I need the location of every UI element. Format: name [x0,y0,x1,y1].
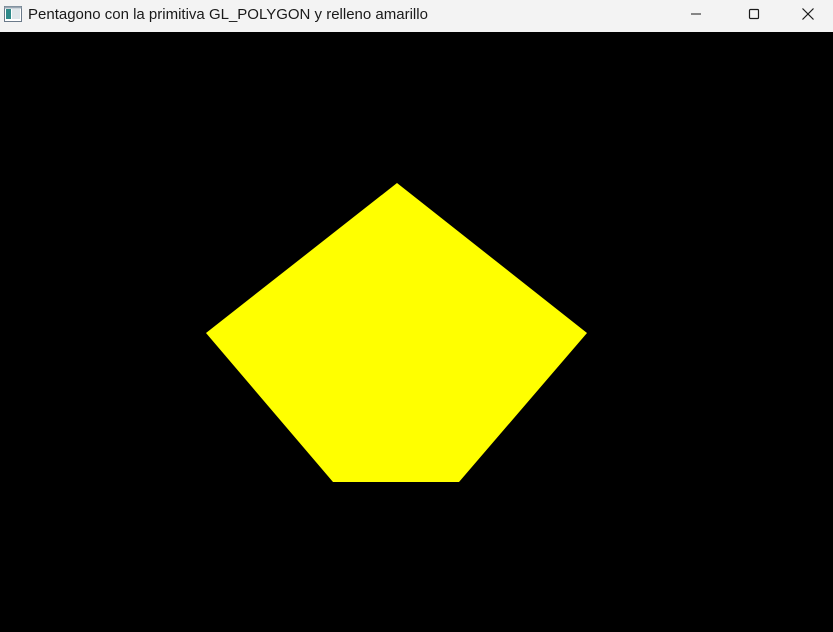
close-button[interactable] [783,0,833,32]
maximize-button[interactable] [725,0,783,32]
close-icon [801,7,815,26]
maximize-icon [748,7,760,25]
opengl-canvas [0,32,833,632]
title-bar[interactable]: Pentagono con la primitiva GL_POLYGON y … [0,0,833,32]
app-window-icon [4,6,22,22]
window-title: Pentagono con la primitiva GL_POLYGON y … [28,6,428,23]
app-window: Pentagono con la primitiva GL_POLYGON y … [0,0,833,632]
minimize-icon [690,7,702,25]
minimize-button[interactable] [667,0,725,32]
